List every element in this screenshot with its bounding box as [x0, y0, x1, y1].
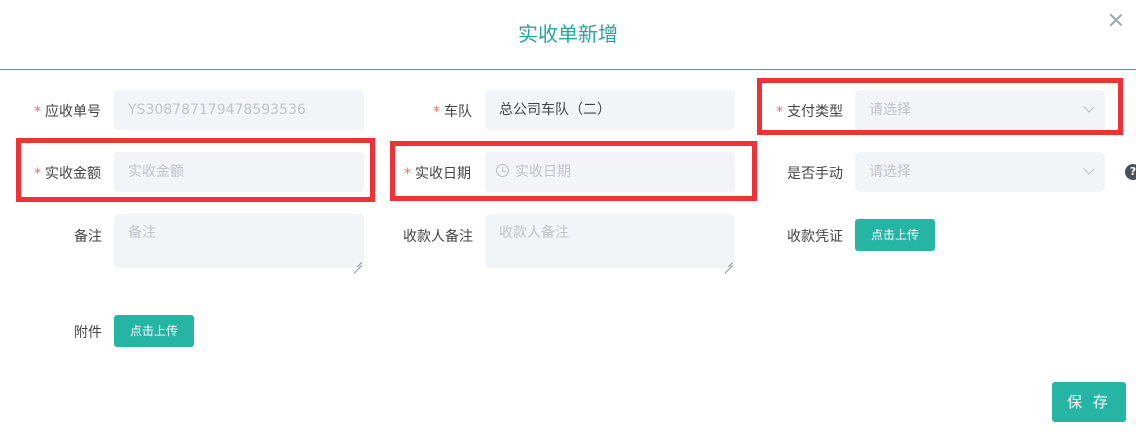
- voucher-upload-button[interactable]: 点击上传: [855, 219, 935, 251]
- dialog-title: 实收单新增: [518, 22, 618, 46]
- voucher-label: 收款凭证: [787, 229, 843, 245]
- payee-remark-label: 收款人备注: [403, 229, 473, 245]
- manual-label: 是否手动: [787, 166, 843, 182]
- attachment-upload-button[interactable]: 点击上传: [114, 315, 194, 347]
- payee-remark-placeholder: 收款人备注: [499, 225, 569, 241]
- save-button[interactable]: 保 存: [1052, 382, 1126, 422]
- receivable-no-field[interactable]: YS308787179478593536: [114, 90, 364, 130]
- attachment-label: 附件: [74, 325, 102, 341]
- manual-placeholder: 请选择: [869, 164, 911, 180]
- fleet-field[interactable]: 总公司车队（二）: [485, 90, 735, 130]
- remark-label: 备注: [74, 229, 102, 245]
- close-icon[interactable]: [1108, 12, 1124, 28]
- fleet-label: * 车队: [433, 104, 472, 120]
- receivable-no-label: * 应收单号: [34, 104, 101, 120]
- highlight-box: [757, 78, 1123, 135]
- manual-select[interactable]: 请选择: [855, 152, 1105, 192]
- dialog-header: 实收单新增: [0, 0, 1136, 70]
- remark-placeholder: 备注: [128, 225, 156, 241]
- resize-handle-icon[interactable]: [724, 257, 733, 266]
- payee-remark-textarea[interactable]: 收款人备注: [485, 214, 735, 268]
- highlight-box: [16, 138, 375, 202]
- chevron-down-icon: [1083, 163, 1095, 175]
- help-icon[interactable]: ?: [1125, 164, 1136, 180]
- highlight-box: [390, 141, 757, 201]
- resize-handle-icon[interactable]: [353, 257, 362, 266]
- remark-textarea[interactable]: 备注: [114, 214, 364, 268]
